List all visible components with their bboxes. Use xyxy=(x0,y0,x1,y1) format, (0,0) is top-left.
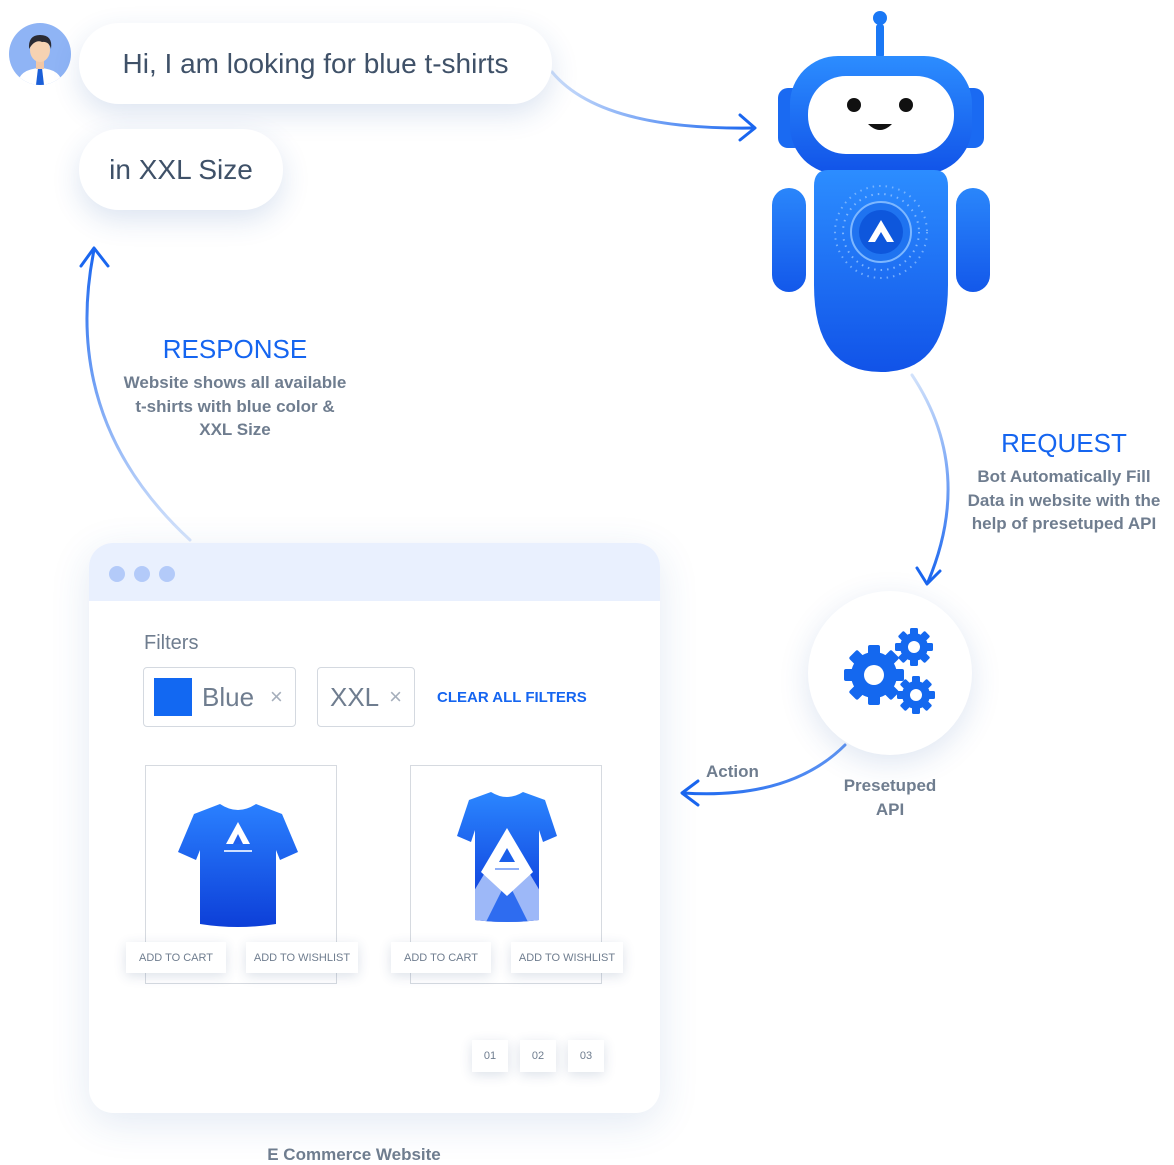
window-dot[interactable] xyxy=(134,566,150,582)
user-message-bubble: Hi, I am looking for blue t-shirts xyxy=(79,23,552,104)
pagination-page-3[interactable]: 03 xyxy=(568,1040,604,1072)
user-message-text: Hi, I am looking for blue t-shirts xyxy=(122,47,509,79)
product-card[interactable]: ADD TO CART ADD TO WISHLIST xyxy=(126,765,358,984)
api-label: Presetuped API xyxy=(843,776,937,819)
request-description: Bot Automatically Fill Data in website w… xyxy=(967,467,1161,533)
color-swatch xyxy=(154,678,192,716)
pagination-page-2[interactable]: 02 xyxy=(520,1040,556,1072)
action-label: Action xyxy=(706,762,759,781)
request-title: REQUEST xyxy=(1001,428,1127,458)
window-dot[interactable] xyxy=(109,566,125,582)
chatbot-robot-icon xyxy=(772,11,990,372)
filter-chip-label: XXL xyxy=(330,681,380,712)
add-to-wishlist-button[interactable]: ADD TO WISHLIST xyxy=(511,942,623,973)
presetuped-api-node xyxy=(808,591,972,755)
filter-chip-blue[interactable]: Blue × xyxy=(143,667,296,727)
arrow-to-api xyxy=(910,373,950,586)
product-card[interactable]: ADD TO CART ADD TO WISHLIST xyxy=(391,765,623,984)
clear-all-filters-link[interactable]: CLEAR ALL FILTERS xyxy=(437,689,587,706)
blue-tshirt-image xyxy=(178,804,298,927)
add-to-cart-button[interactable]: ADD TO CART xyxy=(126,942,226,973)
response-message-bubble: in XXL Size xyxy=(79,129,283,210)
filter-chip-xxl[interactable]: XXL × xyxy=(317,667,415,727)
response-description: Website shows all available t-shirts wit… xyxy=(123,373,347,439)
ecommerce-browser-window: Filters Blue × XXL × CLEAR ALL FILTERS A… xyxy=(89,543,660,1113)
pagination-page-1[interactable]: 01 xyxy=(472,1040,508,1072)
add-to-wishlist-button[interactable]: ADD TO WISHLIST xyxy=(246,942,358,973)
patterned-tshirt-image xyxy=(457,792,557,922)
filters-heading: Filters xyxy=(144,632,199,654)
browser-title-bar xyxy=(89,543,660,601)
user-avatar-icon xyxy=(9,23,71,85)
filter-chip-label: Blue xyxy=(202,681,255,712)
arrow-to-bot xyxy=(550,70,757,142)
response-message-text: in XXL Size xyxy=(109,153,253,185)
remove-filter-icon[interactable]: × xyxy=(389,684,402,710)
window-dot[interactable] xyxy=(159,566,175,582)
gears-icon xyxy=(844,628,935,714)
add-to-cart-button[interactable]: ADD TO CART xyxy=(391,942,491,973)
response-title: RESPONSE xyxy=(162,334,308,364)
remove-filter-icon[interactable]: × xyxy=(270,684,283,710)
ecommerce-website-caption: E Commerce Website xyxy=(267,1145,441,1164)
